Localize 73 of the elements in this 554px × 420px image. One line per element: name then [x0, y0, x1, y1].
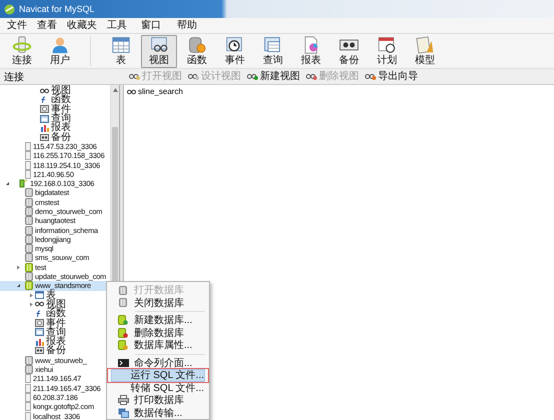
menu-item[interactable]: 关闭数据库 [111, 296, 205, 309]
menu-item[interactable]: 打印数据库 [111, 394, 205, 406]
collapse-arrow-icon[interactable] [4, 181, 10, 186]
toolbar-button[interactable]: 连接 [4, 34, 40, 68]
menu-item[interactable]: 帮助 [174, 18, 204, 32]
menu-item[interactable]: 收藏夹 [64, 18, 104, 32]
menu-item[interactable]: 运行 SQL 文件... [111, 369, 205, 382]
tree-item[interactable]: 表 [46, 290, 56, 300]
app-logo-icon [4, 4, 15, 14]
database-icon [119, 298, 127, 308]
tree-item[interactable]: 事件 [51, 104, 71, 114]
glasses-icon [306, 73, 317, 80]
glasses-icon [188, 73, 199, 80]
tree-item[interactable]: 备份 [51, 132, 71, 142]
tree-item[interactable]: 函数 [51, 95, 71, 104]
menu-item[interactable]: 文件 [4, 18, 34, 32]
database-icon [118, 315, 128, 326]
table-icon [35, 291, 44, 300]
toolbar-button[interactable]: 模型 [407, 34, 443, 68]
transfer-icon [118, 408, 128, 418]
database-icon [118, 340, 128, 350]
toolbar-button[interactable]: 用户 [42, 34, 78, 68]
toolbar-button[interactable]: 备份 [331, 34, 367, 68]
toolbar-button[interactable]: 新建视图 [244, 70, 303, 82]
chart-icon [35, 338, 44, 346]
toolbar-button[interactable]: 视图 [141, 34, 177, 68]
panel-title: 连接 [3, 70, 25, 84]
tree-item[interactable]: 报表 [51, 123, 71, 132]
tree-item[interactable]: 查询 [46, 328, 66, 337]
tree-item[interactable]: 视图 [46, 300, 66, 309]
menu-item[interactable]: 转储 SQL 文件... [111, 382, 205, 394]
menu-item[interactable]: 数据传输... [111, 406, 205, 419]
toolbar-button[interactable]: 表 [103, 34, 139, 68]
tape-icon [35, 347, 44, 354]
menu-item[interactable]: 数据库属性... [111, 339, 205, 352]
tree-item[interactable]: 视图 [51, 86, 71, 96]
glasses-icon [127, 88, 136, 94]
clock-icon [35, 319, 44, 328]
query-icon [35, 328, 44, 336]
menu-item[interactable]: 命令列介面... [111, 356, 205, 369]
menu-item[interactable]: 窗口 [138, 18, 168, 32]
glasses-icon [40, 88, 49, 94]
tree-item[interactable]: 备份 [46, 346, 66, 356]
chart-icon [40, 124, 49, 132]
menu-item[interactable]: 新建数据库... [111, 314, 205, 326]
database-icon [118, 328, 128, 338]
tree-item[interactable]: 事件 [46, 318, 66, 328]
glasses-icon [247, 73, 258, 80]
glasses-icon [365, 73, 376, 80]
view-item[interactable]: sline_search [138, 87, 183, 96]
expand-arrow-icon[interactable] [16, 264, 20, 270]
toolbar-button[interactable]: 函数 [179, 34, 215, 68]
menu-item[interactable]: 查看 [34, 18, 64, 32]
toolbar-button[interactable]: 计划 [369, 34, 405, 68]
scroll-up-icon[interactable] [112, 88, 118, 92]
toolbar-button[interactable]: 事件 [217, 34, 253, 68]
terminal-icon [118, 358, 128, 367]
collapse-arrow-icon[interactable] [16, 283, 20, 288]
query-icon [40, 114, 49, 123]
menu-item[interactable]: 工具 [104, 18, 134, 32]
clock-icon [40, 105, 49, 114]
toolbar-button[interactable]: 查询 [255, 34, 291, 68]
window-title: Navicat for MySQL [19, 4, 95, 14]
database-icon [119, 286, 127, 295]
tape-icon [40, 134, 49, 141]
tree-item[interactable]: 查询 [51, 114, 71, 124]
tree-item[interactable]: 报表 [46, 337, 66, 346]
tree-item[interactable]: 函数 [46, 309, 66, 318]
toolbar-button[interactable]: 导出向导 [362, 70, 421, 82]
toolbar-button[interactable]: 报表 [293, 34, 329, 68]
glasses-icon [35, 301, 44, 308]
printer-icon [118, 395, 128, 406]
menu-item[interactable]: 删除数据库 [111, 326, 205, 339]
